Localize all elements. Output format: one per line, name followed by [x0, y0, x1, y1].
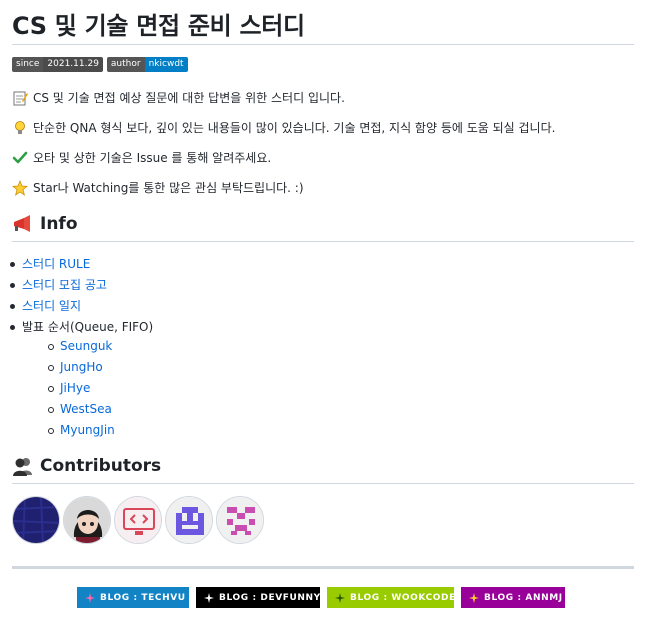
- intro-text-4: Star나 Watching를 통한 많은 관심 부탁드립니다. :): [33, 181, 304, 195]
- list-item: 스터디 모집 공고: [9, 275, 153, 296]
- member-link-jihye[interactable]: JiHye: [60, 381, 90, 395]
- avatar[interactable]: [114, 496, 162, 544]
- avatar[interactable]: [12, 496, 60, 544]
- member-link-seunguk[interactable]: Seunguk: [60, 339, 112, 353]
- blog-badge-label: BLOG : ANNMJ: [484, 592, 563, 603]
- info-heading: Info: [12, 214, 78, 234]
- avatar[interactable]: [216, 496, 264, 544]
- info-list: 스터디 RULE 스터디 모집 공고 스터디 일지 발표 순서(Queue, F…: [9, 254, 154, 338]
- link-study-log[interactable]: 스터디 일지: [22, 299, 81, 313]
- contributor-avatars: [12, 496, 264, 544]
- blog-badge-annmj[interactable]: BLOG : ANNMJ: [461, 587, 565, 608]
- memo-icon: [13, 91, 28, 105]
- blog-badge-devfunny[interactable]: BLOG : DEVFUNNY: [196, 587, 320, 608]
- people-icon: [13, 458, 32, 476]
- intro-text-2: 단순한 QNA 형식 보다, 깊이 있는 내용들이 많이 있습니다. 기술 면접…: [33, 121, 556, 135]
- lightbulb-icon: [15, 120, 25, 134]
- list-item: JungHo: [48, 357, 115, 378]
- blog-badges: BLOG : TECHVU BLOG : DEVFUNNY BLOG : WOO…: [77, 587, 565, 608]
- since-badge[interactable]: since 2021.11.29: [12, 57, 103, 72]
- avatar[interactable]: [63, 496, 111, 544]
- flower-icon: [85, 592, 95, 603]
- presentation-order-list: Seunguk JungHo JiHye WestSea MyungJin: [48, 336, 115, 441]
- intro-line-1: CS 및 기술 면접 예상 질문에 대한 답변을 위한 스터디 입니다.: [12, 89, 345, 106]
- link-study-rule[interactable]: 스터디 RULE: [22, 257, 90, 271]
- list-item: 스터디 일지: [9, 296, 153, 317]
- presentation-order-label: 발표 순서(Queue, FIFO): [22, 320, 154, 334]
- intro-text-3: 오타 및 상한 기술은 Issue 를 통해 알려주세요.: [33, 151, 272, 165]
- member-link-jungho[interactable]: JungHo: [60, 360, 103, 374]
- readme-page: CS 및 기술 면접 준비 스터디 since 2021.11.29 autho…: [0, 0, 649, 621]
- list-item: JiHye: [48, 378, 115, 399]
- avatar[interactable]: [165, 496, 213, 544]
- author-badge-value: nkicwdt: [144, 57, 188, 72]
- author-badge[interactable]: author nkicwdt: [106, 57, 188, 72]
- contributors-divider: [12, 483, 634, 484]
- list-item: Seunguk: [48, 336, 115, 357]
- flower-icon: [469, 592, 479, 603]
- member-link-westsea[interactable]: WestSea: [60, 402, 112, 416]
- intro-line-2: 단순한 QNA 형식 보다, 깊이 있는 내용들이 많이 있습니다. 기술 면접…: [12, 119, 555, 136]
- link-recruit-notice[interactable]: 스터디 모집 공고: [22, 278, 107, 292]
- contributors-heading: Contributors: [12, 456, 161, 476]
- blog-badge-label: BLOG : TECHVU: [100, 592, 186, 603]
- list-item: WestSea: [48, 399, 115, 420]
- blog-badge-wookcode[interactable]: BLOG : WOOKCODE: [327, 587, 456, 608]
- list-item: 발표 순서(Queue, FIFO): [9, 317, 154, 338]
- since-badge-key: since: [12, 57, 44, 72]
- flower-icon: [335, 592, 345, 603]
- info-heading-text: Info: [40, 214, 78, 234]
- intro-line-4: Star나 Watching를 통한 많은 관심 부탁드립니다. :): [12, 179, 304, 196]
- list-item: 스터디 RULE: [9, 254, 153, 275]
- author-badge-key: author: [106, 57, 145, 72]
- list-item: MyungJin: [48, 420, 115, 441]
- blog-badge-label: BLOG : WOOKCODE: [350, 592, 456, 603]
- contributors-heading-text: Contributors: [40, 456, 162, 476]
- intro-line-3: 오타 및 상한 기술은 Issue 를 통해 알려주세요.: [12, 149, 271, 166]
- check-mark-icon: [12, 151, 28, 163]
- title-divider: [12, 44, 634, 45]
- footer-divider: [12, 566, 634, 569]
- star-icon: [12, 179, 28, 196]
- megaphone-icon: [14, 215, 30, 232]
- since-badge-value: 2021.11.29: [43, 57, 103, 72]
- blog-badge-label: BLOG : DEVFUNNY: [219, 592, 321, 603]
- blog-badge-techvu[interactable]: BLOG : TECHVU: [77, 587, 189, 608]
- intro-text-1: CS 및 기술 면접 예상 질문에 대한 답변을 위한 스터디 입니다.: [33, 91, 345, 105]
- flower-icon: [204, 592, 214, 603]
- badges: since 2021.11.29 author nkicwdt: [12, 57, 188, 72]
- info-divider: [12, 241, 634, 242]
- page-title: CS 및 기술 면접 준비 스터디: [12, 12, 305, 40]
- member-link-myungjin[interactable]: MyungJin: [60, 423, 115, 437]
